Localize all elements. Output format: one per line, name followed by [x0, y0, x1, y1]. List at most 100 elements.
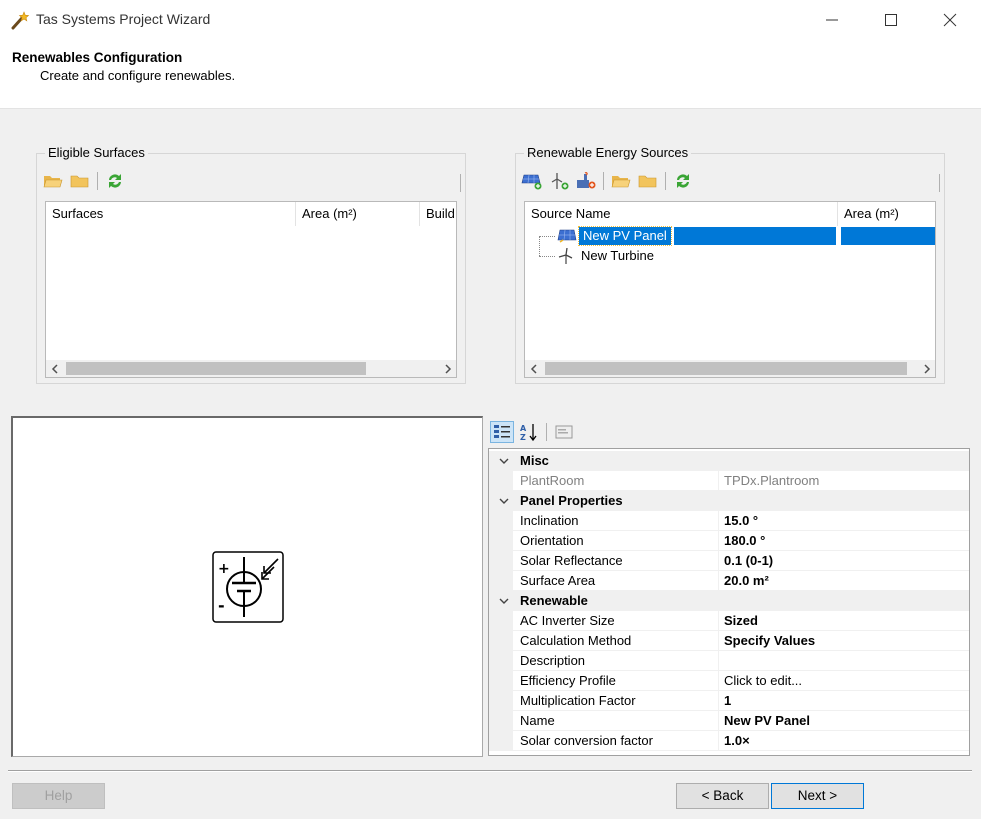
renewable-sources-toolbar	[520, 168, 695, 194]
efficiency-profile-edit-link[interactable]: Click to edit...	[724, 671, 964, 691]
next-button[interactable]: Next >	[771, 783, 864, 809]
categorized-button[interactable]	[490, 421, 514, 443]
property-grid-toolbar: AZ	[490, 418, 576, 446]
property-row-solar-conversion-factor[interactable]: Solar conversion factor 1.0×	[489, 731, 969, 751]
renewable-preview-panel: + -	[11, 416, 483, 757]
property-row-surface-area[interactable]: Surface Area 20.0 m²	[489, 571, 969, 591]
add-pv-panel-button[interactable]	[520, 170, 544, 192]
folder-button[interactable]	[68, 170, 92, 192]
category-panel-properties[interactable]: Panel Properties	[489, 491, 969, 511]
folder-icon	[70, 175, 89, 188]
selection-fill	[674, 227, 836, 245]
surfaces-horizontal-scrollbar[interactable]	[46, 360, 456, 377]
title-bar: Tas Systems Project Wizard	[0, 0, 981, 40]
property-row-plantroom[interactable]: PlantRoom TPDx.Plantroom	[489, 471, 969, 491]
column-header-build[interactable]: Build	[420, 202, 456, 226]
add-pv-panel-icon	[521, 174, 542, 190]
column-header-area[interactable]: Area (m²)	[296, 202, 420, 226]
property-value: TPDx.Plantroom	[724, 473, 820, 488]
wizard-header: Renewables Configuration Create and conf…	[0, 40, 981, 109]
svg-text:Z: Z	[520, 433, 526, 442]
maximize-icon	[885, 14, 897, 26]
chevron-down-icon	[499, 598, 509, 604]
property-row-description[interactable]: Description	[489, 651, 969, 671]
category-label: Panel Properties	[520, 493, 623, 508]
toolbar-end-line	[939, 174, 940, 192]
surfaces-list[interactable]: Surfaces Area (m²) Build	[45, 201, 457, 378]
add-chp-button[interactable]	[574, 170, 598, 192]
scroll-left-button[interactable]	[46, 360, 63, 377]
property-name: Calculation Method	[520, 633, 632, 648]
refresh-button[interactable]	[103, 170, 127, 192]
property-value: 1.0×	[724, 733, 750, 748]
open-folder-button[interactable]	[609, 170, 633, 192]
minimize-icon	[826, 19, 838, 21]
selection-fill-area	[841, 227, 935, 245]
add-wind-turbine-icon	[551, 173, 569, 190]
minimize-button[interactable]	[803, 0, 861, 40]
folder-button[interactable]	[636, 170, 660, 192]
property-value: 1	[724, 693, 732, 708]
column-header-area[interactable]: Area (m²)	[838, 202, 935, 226]
property-pages-button[interactable]	[552, 421, 576, 443]
property-row-efficiency-profile[interactable]: Efficiency Profile Click to edit...	[489, 671, 969, 691]
property-value[interactable]	[724, 651, 964, 671]
alphabetical-sort-icon: AZ	[520, 424, 537, 442]
magic-wand-icon	[11, 11, 30, 30]
refresh-button[interactable]	[671, 170, 695, 192]
alphabetical-button[interactable]: AZ	[517, 421, 541, 443]
toolbar-end-line	[460, 174, 461, 192]
property-row-orientation[interactable]: Orientation 180.0 °	[489, 531, 969, 551]
scroll-left-button[interactable]	[525, 360, 542, 377]
categorized-icon	[494, 425, 510, 438]
property-row-name[interactable]: Name New PV Panel	[489, 711, 969, 731]
property-value: 180.0 °	[724, 533, 766, 548]
property-value: 15.0 °	[724, 513, 759, 528]
property-row-ac-inverter-size[interactable]: AC Inverter Size Sized	[489, 611, 969, 631]
property-row-calculation-method[interactable]: Calculation Method Specify Values	[489, 631, 969, 651]
page-title: Renewables Configuration	[12, 50, 183, 65]
help-button[interactable]: Help	[12, 783, 105, 809]
property-grid[interactable]: Misc PlantRoom TPDx.Plantroom Panel Prop…	[488, 448, 970, 756]
chevron-down-icon	[499, 498, 509, 504]
toolbar-separator	[603, 172, 604, 190]
tree-item-pv-panel[interactable]: New PV Panel	[525, 226, 935, 246]
category-renewable[interactable]: Renewable	[489, 591, 969, 611]
category-label: Renewable	[520, 593, 588, 608]
category-misc[interactable]: Misc	[489, 451, 969, 471]
property-row-multiplication-factor[interactable]: Multiplication Factor 1	[489, 691, 969, 711]
renewable-sources-header: Source Name Area (m²)	[525, 202, 935, 226]
property-row-inclination[interactable]: Inclination 15.0 °	[489, 511, 969, 531]
property-name: Efficiency Profile	[520, 673, 616, 688]
refresh-icon	[109, 174, 121, 188]
property-name: Inclination	[520, 513, 579, 528]
scroll-right-button[interactable]	[439, 360, 456, 377]
renewable-sources-tree[interactable]: Source Name Area (m²) New PV Panel New T…	[524, 201, 936, 378]
column-header-surfaces[interactable]: Surfaces	[46, 202, 296, 226]
page-subtitle: Create and configure renewables.	[40, 68, 236, 83]
add-wind-turbine-button[interactable]	[547, 170, 571, 192]
tree-item-turbine[interactable]: New Turbine	[525, 246, 933, 266]
close-button[interactable]	[921, 0, 979, 40]
property-value: Specify Values	[724, 633, 816, 648]
column-header-source-name[interactable]: Source Name	[525, 202, 838, 226]
property-name: PlantRoom	[520, 473, 585, 488]
property-row-solar-reflectance[interactable]: Solar Reflectance 0.1 (0-1)	[489, 551, 969, 571]
scroll-thumb[interactable]	[66, 362, 366, 375]
svg-text:A: A	[520, 424, 527, 433]
chevron-down-icon	[499, 458, 509, 464]
maximize-button[interactable]	[862, 0, 920, 40]
renewable-sources-legend: Renewable Energy Sources	[524, 145, 692, 160]
scroll-thumb[interactable]	[545, 362, 907, 375]
property-name: Solar Reflectance	[520, 553, 623, 568]
scroll-right-button[interactable]	[918, 360, 935, 377]
sources-horizontal-scrollbar[interactable]	[525, 360, 935, 377]
photovoltaic-cell-symbol-icon: + -	[212, 551, 284, 623]
tree-item-label: New PV Panel	[578, 226, 672, 246]
surfaces-list-header: Surfaces Area (m²) Build	[46, 202, 456, 226]
property-value: New PV Panel	[724, 713, 810, 728]
folder-icon	[638, 175, 657, 188]
open-folder-button[interactable]	[41, 170, 65, 192]
property-name: Solar conversion factor	[520, 733, 653, 748]
back-button[interactable]: < Back	[676, 783, 769, 809]
